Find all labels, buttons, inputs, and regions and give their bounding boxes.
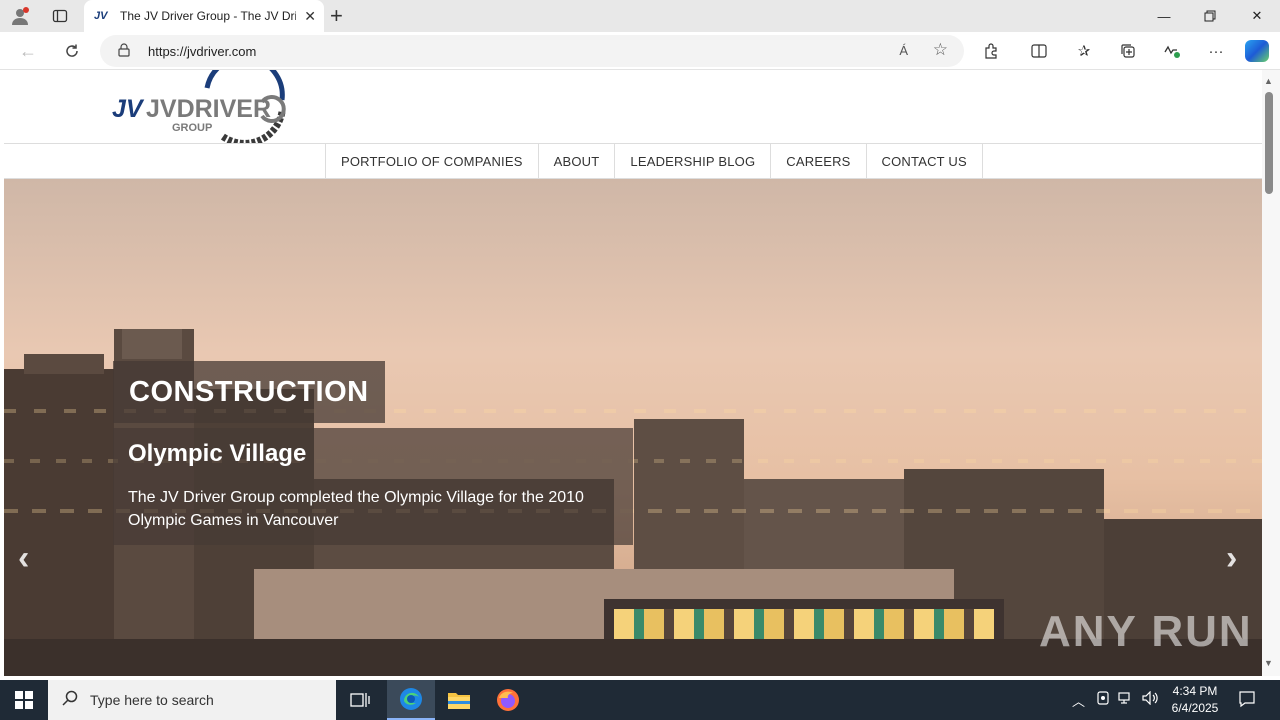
scroll-thumb[interactable] — [1265, 92, 1273, 194]
carousel-prev-icon[interactable]: ‹ — [18, 539, 29, 578]
close-tab-icon[interactable]: ✕ — [304, 8, 316, 25]
favorite-star-icon[interactable]: ☆ — [933, 40, 948, 60]
windows-taskbar: Type here to search ︿ 4:34 PM 6/4/2025 — [0, 680, 1280, 720]
scroll-down-icon[interactable]: ▼ — [1264, 658, 1273, 668]
nav-contact-us[interactable]: CONTACT US — [867, 144, 983, 178]
new-tab-icon[interactable]: + — [330, 3, 343, 29]
lock-icon[interactable] — [118, 42, 132, 60]
anyrun-watermark: ANY RUN — [1039, 607, 1253, 656]
site-navigation-bar: PORTFOLIO OF COMPANIES ABOUT LEADERSHIP … — [4, 143, 1262, 179]
network-icon[interactable] — [1118, 691, 1134, 708]
minimize-icon[interactable]: — — [1141, 0, 1187, 32]
search-icon — [62, 690, 78, 711]
url-text[interactable]: https://jvdriver.com — [148, 44, 256, 59]
address-toolbar: ← https://jvdriver.com Á ☆ ✰ ··· — [0, 32, 1280, 70]
clock-time: 4:34 PM — [1172, 684, 1218, 698]
nav-about[interactable]: ABOUT — [539, 144, 616, 178]
volume-icon[interactable] — [1142, 690, 1160, 708]
slide-title: Olympic Village — [128, 440, 307, 467]
collections-icon[interactable] — [1117, 41, 1139, 61]
more-icon[interactable]: ··· — [1205, 41, 1227, 61]
svg-text:JV: JV — [112, 95, 145, 123]
hero-carousel: CONSTRUCTION Olympic Village The JV Driv… — [4, 179, 1262, 676]
site-logo[interactable]: JV JVDRIVER GROUP — [112, 70, 292, 147]
copilot-icon[interactable] — [1245, 40, 1269, 62]
search-placeholder: Type here to search — [90, 692, 214, 708]
system-clock[interactable]: 4:34 PM 6/4/2025 — [1166, 683, 1224, 717]
site-favicon-icon: JV — [94, 10, 108, 22]
site-navigation: PORTFOLIO OF COMPANIES ABOUT LEADERSHIP … — [325, 144, 983, 178]
firefox-icon[interactable] — [484, 680, 532, 720]
clock-date: 6/4/2025 — [1171, 701, 1219, 715]
read-aloud-icon[interactable]: Á — [899, 43, 908, 58]
nav-leadership-blog[interactable]: LEADERSHIP BLOG — [615, 144, 772, 178]
close-window-icon[interactable]: ✕ — [1234, 0, 1280, 32]
carousel-next-icon[interactable]: › — [1226, 539, 1237, 578]
slide-description: The JV Driver Group completed the Olympi… — [128, 489, 584, 529]
logo-subtext: GROUP — [172, 122, 212, 134]
file-explorer-icon[interactable] — [435, 680, 483, 720]
edge-icon[interactable] — [387, 680, 435, 720]
device-icon[interactable] — [1096, 691, 1110, 708]
web-page: JV JVDRIVER GROUP PORTFOLIO OF COMPANIES… — [4, 70, 1262, 676]
extensions-icon[interactable] — [980, 41, 1002, 61]
slide-category: CONSTRUCTION — [113, 361, 385, 423]
chevron-up-icon[interactable]: ︿ — [1072, 691, 1085, 710]
windows-start-icon[interactable] — [0, 680, 48, 720]
nav-portfolio[interactable]: PORTFOLIO OF COMPANIES — [326, 144, 539, 178]
active-tab[interactable]: JV The JV Driver Group - The JV Drive ✕ — [84, 0, 324, 32]
page-scrollbar[interactable]: ▲ ▼ — [1262, 70, 1280, 676]
restore-icon[interactable] — [1187, 0, 1233, 32]
back-icon[interactable]: ← — [16, 39, 40, 63]
browser-tab-bar: JV The JV Driver Group - The JV Drive ✕ … — [0, 0, 1280, 32]
url-field[interactable]: https://jvdriver.com Á ☆ — [100, 35, 964, 67]
logo-wordmark: JVDRIVER — [146, 95, 271, 123]
slide-caption: Olympic Village The JV Driver Group comp… — [113, 428, 633, 545]
favorites-icon[interactable]: ✰ — [1073, 41, 1095, 61]
performance-icon[interactable] — [1161, 41, 1183, 61]
notification-icon[interactable] — [1238, 690, 1256, 711]
nav-careers[interactable]: CAREERS — [771, 144, 867, 178]
refresh-icon[interactable] — [60, 39, 84, 63]
tab-title: The JV Driver Group - The JV Drive — [120, 9, 296, 23]
profile-icon[interactable] — [8, 4, 32, 28]
taskbar-search-box[interactable]: Type here to search — [48, 680, 336, 720]
split-screen-icon[interactable] — [1028, 41, 1050, 61]
tab-actions-icon[interactable] — [48, 4, 72, 28]
task-view-icon[interactable] — [336, 680, 384, 720]
scroll-up-icon[interactable]: ▲ — [1264, 76, 1273, 86]
